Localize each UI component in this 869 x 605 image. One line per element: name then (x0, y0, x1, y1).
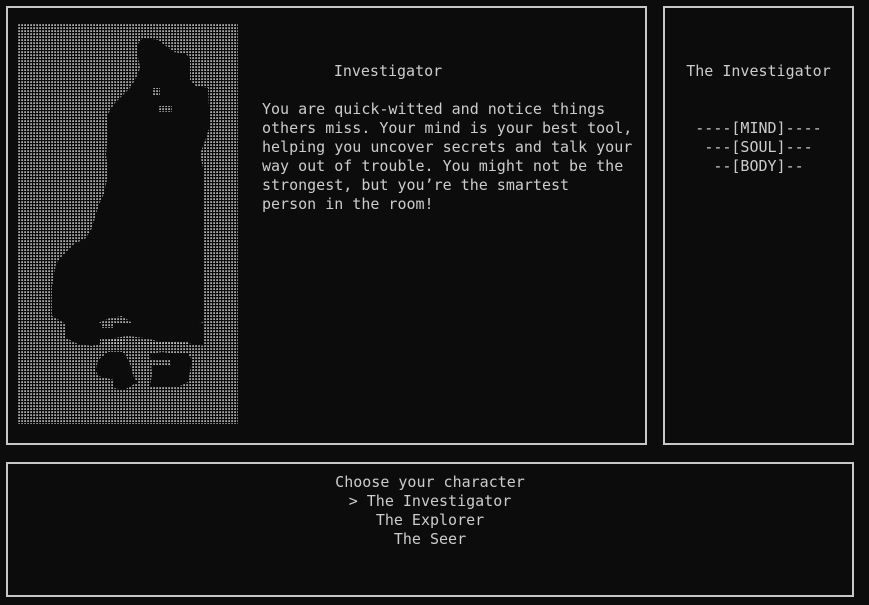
stat-mind: ----[MIND]---- (695, 119, 822, 137)
character-description: You are quick-witted and notice things o… (262, 100, 633, 213)
menu-prompt: Choose your character (335, 473, 525, 491)
menu-option-seer[interactable]: The Seer (8, 530, 852, 549)
character-select-menu-panel: Choose your character > The Investigator… (6, 462, 854, 597)
investigator-portrait-icon (18, 24, 238, 424)
character-detail-panel: Investigator You are quick-witted and no… (6, 6, 647, 445)
character-class-title: Investigator (333, 62, 443, 80)
stat-list: ----[MIND]---- ---[SOUL]--- --[BODY]-- (665, 119, 852, 176)
character-menu: Choose your character > The Investigator… (8, 473, 852, 549)
menu-option-explorer[interactable]: The Explorer (8, 511, 852, 530)
stat-soul: ---[SOUL]--- (704, 138, 813, 156)
character-stats-panel: The Investigator ----[MIND]---- ---[SOUL… (663, 6, 854, 445)
stat-body: --[BODY]-- (713, 157, 804, 175)
stats-panel-title: The Investigator (686, 62, 831, 80)
menu-option-investigator[interactable]: > The Investigator (8, 492, 852, 511)
